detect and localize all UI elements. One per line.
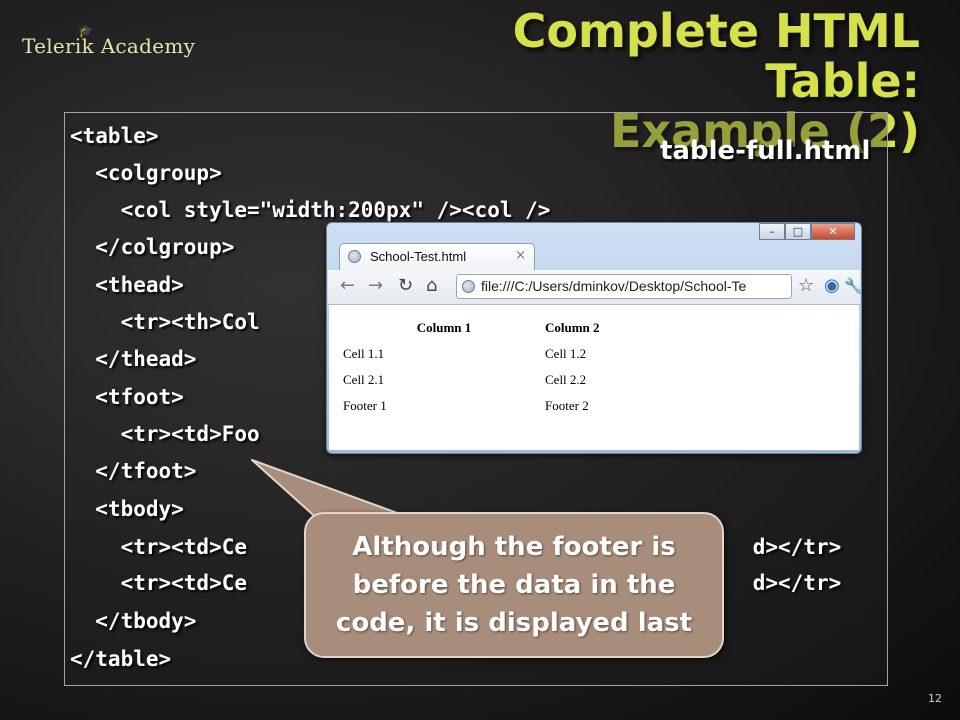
- callout-line: before the data in the: [352, 570, 676, 600]
- callout-text: Although the footer is before the data i…: [306, 528, 722, 642]
- callout-line: code, it is displayed last: [335, 608, 693, 638]
- callout-box: Although the footer is before the data i…: [304, 512, 724, 658]
- page-number: 12: [928, 692, 942, 705]
- callout-line: Although the footer is: [352, 532, 676, 562]
